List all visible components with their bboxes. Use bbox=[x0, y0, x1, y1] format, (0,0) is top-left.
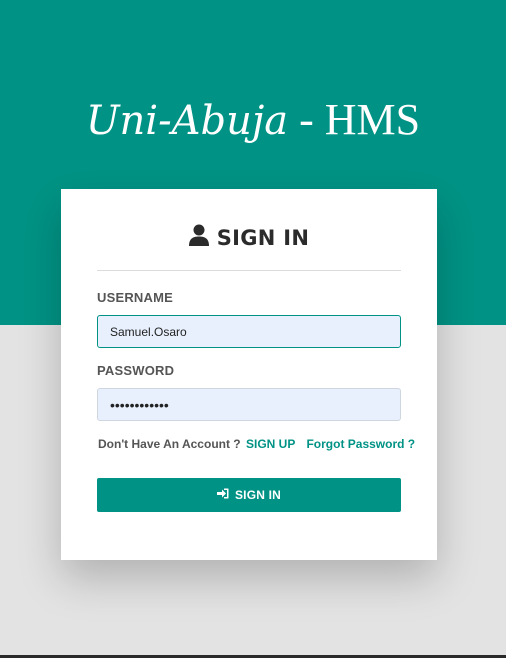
sign-up-link[interactable]: SIGN UP bbox=[246, 437, 295, 451]
account-links: Don't Have An Account ? SIGN UP Forgot P… bbox=[98, 437, 415, 451]
password-input[interactable] bbox=[97, 388, 401, 421]
login-page: Uni-Abuja - HMS SIGN IN USERNAME PASSWOR… bbox=[0, 0, 506, 658]
brand-separator: - bbox=[288, 95, 325, 144]
sign-in-icon bbox=[216, 488, 229, 502]
password-label: PASSWORD bbox=[97, 363, 175, 378]
sign-in-button[interactable]: SIGN IN bbox=[97, 478, 401, 512]
app-brand: Uni-Abuja - HMS bbox=[0, 94, 506, 145]
title-divider bbox=[97, 270, 401, 271]
login-card: SIGN IN USERNAME PASSWORD Don't Have An … bbox=[61, 189, 437, 560]
sign-in-button-label: SIGN IN bbox=[234, 488, 282, 502]
username-input[interactable] bbox=[97, 315, 401, 348]
no-account-text: Don't Have An Account ? bbox=[98, 437, 241, 451]
user-icon bbox=[188, 224, 209, 251]
card-title: SIGN IN bbox=[61, 224, 437, 251]
username-label: USERNAME bbox=[97, 290, 173, 305]
forgot-password-link[interactable]: Forgot Password ? bbox=[306, 437, 415, 451]
card-title-text: SIGN IN bbox=[216, 225, 310, 250]
brand-script-text: Uni-Abuja bbox=[85, 98, 289, 144]
brand-suffix-text: HMS bbox=[324, 95, 421, 144]
